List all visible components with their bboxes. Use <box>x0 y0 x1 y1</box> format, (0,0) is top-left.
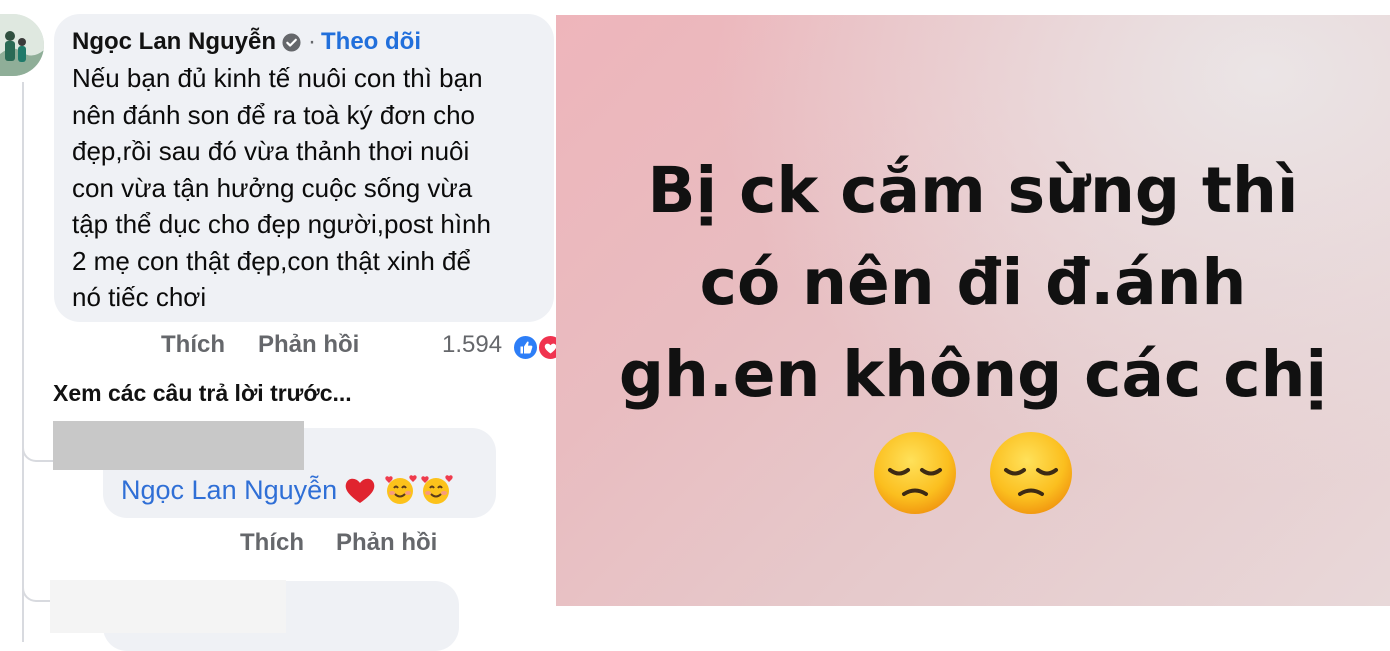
post-image-caption: Bị ck cắm sừng thì có nên đi đ.ánh gh.en… <box>556 145 1390 515</box>
reply-like-button[interactable]: Thích <box>240 529 304 557</box>
comment-line: nó tiếc chơi <box>72 282 207 312</box>
follow-button[interactable]: Theo dõi <box>321 28 421 56</box>
comment-text: Nếu bạn đủ kinh tế nuôi con thì bạn nên … <box>72 60 548 316</box>
reply-content: Ngọc Lan Nguyễn <box>121 474 453 506</box>
caption-line: Bị ck cắm sừng thì <box>647 154 1299 227</box>
comment-line: Nếu bạn đủ kinh tế nuôi con thì bạn <box>72 63 483 93</box>
heart-emoji-icon <box>343 475 377 505</box>
post-image[interactable]: Bị ck cắm sừng thì có nên đi đ.ánh gh.en… <box>556 15 1390 606</box>
reaction-count[interactable]: 1.594 <box>442 331 502 359</box>
redacted-name-block <box>50 580 286 633</box>
thread-line-main <box>22 82 24 642</box>
pensive-face-icon <box>989 431 1072 514</box>
comment-line: đẹp,rồi sau đó vừa thảnh thơi nuôi <box>72 136 470 166</box>
comment-header: Ngọc Lan Nguyễn · Theo dõi <box>72 26 421 58</box>
caption-emoji-row <box>556 423 1390 515</box>
caption-line: có nên đi đ.ánh <box>699 246 1247 319</box>
smiling-face-with-hearts-icon <box>419 474 453 506</box>
comment-line: 2 mẹ con thật đẹp,con thật xinh để <box>72 245 471 276</box>
comment-line: con vừa tận hưởng cuộc sống vừa <box>72 172 473 203</box>
like-reaction-icon <box>512 334 539 361</box>
redacted-name-block <box>53 421 304 470</box>
thread-curve <box>22 420 54 462</box>
avatar-photo <box>0 14 44 76</box>
view-previous-replies-link[interactable]: Xem các câu trả lời trước... <box>53 380 352 407</box>
pensive-face-icon <box>874 431 957 514</box>
reply-button[interactable]: Phản hồi <box>258 331 359 359</box>
separator-dot: · <box>308 28 317 55</box>
comment-line: nên đánh son để ra toà ký đơn cho <box>72 99 475 130</box>
caption-line: gh.en không các chị <box>618 338 1328 411</box>
smiling-face-with-hearts-icon <box>383 474 417 506</box>
avatar[interactable] <box>0 14 44 76</box>
mention-link[interactable]: Ngọc Lan Nguyễn <box>121 475 337 506</box>
comment-line: tập thể dục cho đẹp người,post hình <box>72 209 491 239</box>
verified-badge-icon <box>282 32 301 52</box>
reply-reply-button[interactable]: Phản hồi <box>336 529 437 557</box>
author-name[interactable]: Ngọc Lan Nguyễn <box>72 28 276 56</box>
like-button[interactable]: Thích <box>161 331 225 359</box>
